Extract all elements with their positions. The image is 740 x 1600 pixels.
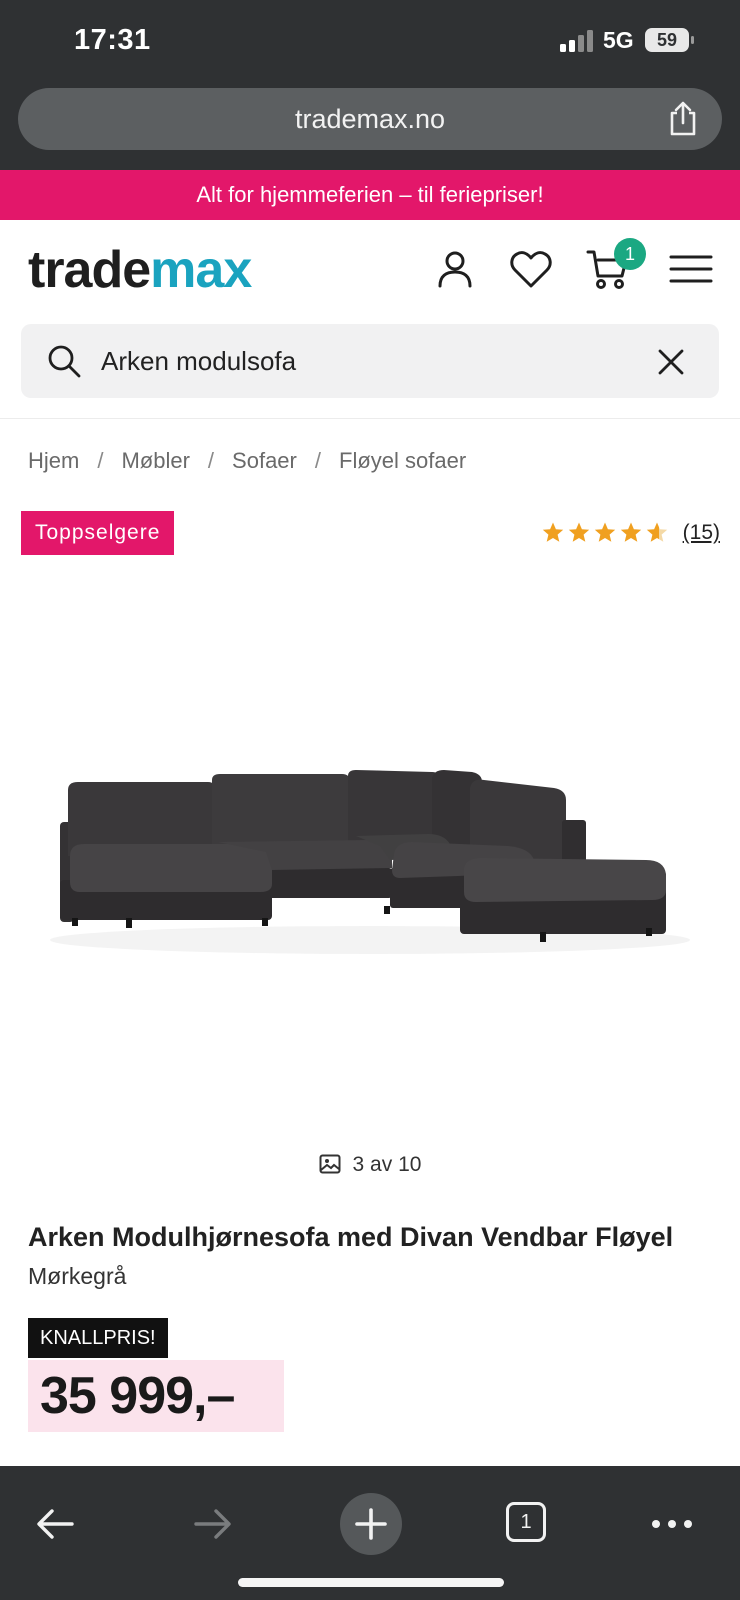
forward-arrow-icon[interactable] — [190, 1502, 234, 1546]
trademax-logo[interactable]: trademax — [28, 240, 252, 300]
star-icon — [568, 522, 589, 542]
product-price: 35 999,– — [40, 1367, 235, 1425]
cart-count-badge: 1 — [614, 238, 646, 270]
home-indicator[interactable] — [238, 1578, 504, 1587]
product-rating[interactable]: (15) — [541, 518, 720, 548]
battery-nub — [691, 36, 694, 44]
product-image[interactable] — [40, 760, 700, 990]
product-variant: Mørkegrå — [28, 1263, 127, 1289]
breadcrumb: Hjem / Møbler / Sofaer / Fløyel sofaer — [28, 448, 466, 474]
network-label: 5G — [603, 27, 634, 53]
site-header: trademax 1 — [0, 220, 740, 320]
price-label-badge: KNALLPRIS! — [28, 1318, 168, 1358]
product-title: Arken Modulhjørnesofa med Divan Vendbar … — [28, 1222, 674, 1252]
share-icon[interactable] — [666, 101, 700, 137]
gallery-counter-text: 3 av 10 — [352, 1153, 422, 1176]
star-rating — [541, 521, 669, 545]
address-bar[interactable]: trademax.no — [18, 88, 722, 150]
header-divider — [0, 418, 740, 419]
star-icon — [542, 522, 563, 542]
star-icon — [620, 522, 641, 542]
close-icon[interactable] — [657, 348, 685, 376]
breadcrumb-item-floyel-sofaer[interactable]: Fløyel sofaer — [339, 448, 466, 473]
menu-icon[interactable] — [668, 246, 714, 292]
breadcrumb-separator: / — [97, 448, 104, 473]
status-bar: 17:31 5G 59 — [0, 0, 740, 84]
logo-part-max: max — [150, 241, 252, 299]
battery-icon: 59 — [645, 28, 689, 52]
signal-icon — [560, 30, 593, 52]
status-time: 17:31 — [74, 24, 151, 56]
new-tab-button[interactable] — [340, 1493, 402, 1555]
promo-banner[interactable]: Alt for hjemmeferien – til feriepriser! — [0, 170, 740, 220]
heart-icon[interactable] — [508, 246, 554, 292]
half-star-icon — [646, 522, 667, 542]
account-icon[interactable] — [432, 246, 478, 292]
price-box: 35 999,– — [28, 1360, 284, 1432]
star-icon — [594, 522, 615, 542]
tabs-button[interactable]: 1 — [506, 1502, 546, 1542]
breadcrumb-item-sofaer[interactable]: Sofaer — [232, 448, 297, 473]
browser-chrome: trademax.no — [0, 84, 740, 170]
breadcrumb-item-hjem[interactable]: Hjem — [28, 448, 79, 473]
gallery-counter: 3 av 10 — [0, 1153, 740, 1177]
breadcrumb-separator: / — [207, 448, 215, 473]
review-count-link[interactable]: (15) — [683, 521, 720, 545]
breadcrumb-separator: / — [314, 448, 321, 473]
plus-icon — [355, 1508, 387, 1540]
breadcrumb-item-mobler[interactable]: Møbler — [121, 448, 189, 473]
toppselgere-badge: Toppselgere — [21, 511, 175, 555]
search-input[interactable] — [101, 324, 641, 398]
more-icon[interactable] — [650, 1502, 694, 1546]
search-icon[interactable] — [47, 344, 81, 378]
logo-part-trade: trade — [28, 241, 151, 299]
image-icon — [319, 1154, 341, 1174]
url-text[interactable]: trademax.no — [18, 88, 722, 150]
back-arrow-icon[interactable] — [34, 1502, 78, 1546]
search-bar[interactable] — [21, 324, 719, 398]
